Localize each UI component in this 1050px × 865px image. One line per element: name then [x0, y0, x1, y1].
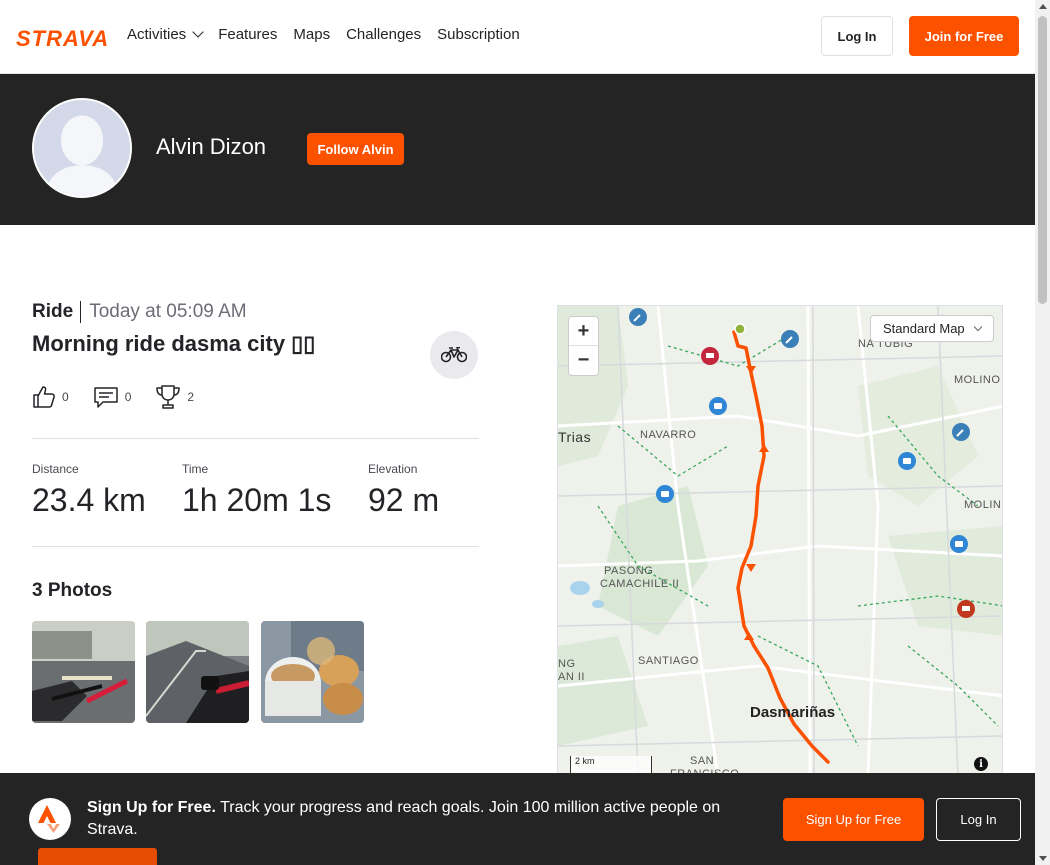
- divider: [32, 546, 479, 547]
- map-label: NG: [558, 658, 576, 670]
- avatar-placeholder-icon: [34, 100, 130, 196]
- divider: [32, 438, 479, 439]
- athlete-name[interactable]: Alvin Dizon: [156, 134, 266, 160]
- cafe-icon: [957, 600, 975, 618]
- stat-label: Time: [182, 462, 209, 476]
- nav-maps[interactable]: Maps: [293, 26, 330, 43]
- map-label: SAN: [690, 755, 715, 767]
- map-label: Trias: [558, 429, 592, 445]
- achievements-button[interactable]: 2: [155, 384, 194, 410]
- avatar[interactable]: [32, 98, 132, 198]
- kudos-count: 0: [62, 390, 69, 404]
- social-actions: 0 0 2: [32, 384, 218, 410]
- strava-logo-icon: [29, 798, 71, 840]
- camera-icon: [709, 397, 727, 415]
- zoom-control: + −: [568, 316, 599, 376]
- map-label: AN II: [558, 671, 585, 683]
- camera-icon: [950, 535, 968, 553]
- chevron-down-icon: [973, 322, 982, 331]
- nav-links: Activities Features Maps Challenges Subs…: [127, 26, 520, 43]
- map-label: PASONG: [604, 565, 654, 577]
- login-button[interactable]: Log In: [821, 16, 893, 56]
- partial-button: [38, 848, 157, 865]
- scroll-down-icon[interactable]: [1039, 856, 1047, 861]
- thumbs-up-icon: [33, 386, 55, 408]
- nav-challenges[interactable]: Challenges: [346, 26, 421, 43]
- map-label: MOLIN: [964, 499, 1002, 511]
- join-button[interactable]: Join for Free: [909, 16, 1019, 56]
- photo-road-bike: [146, 621, 249, 723]
- top-nav: STRAVA Activities Features Maps Challeng…: [0, 0, 1035, 74]
- bike-icon: [441, 347, 467, 363]
- photo-street-bike: [32, 621, 135, 723]
- map-scale: 2 km: [570, 756, 652, 774]
- achievements-count: 2: [187, 390, 195, 404]
- map-label: CAMACHILE II: [600, 578, 680, 590]
- stat-elevation: Elevation 92 m: [368, 462, 439, 519]
- wrench-icon: [952, 423, 970, 441]
- route-map[interactable]: NA TUBIG MOLINO MOLIN Trias NAVARRO PASO…: [557, 305, 1003, 777]
- footer-login-button[interactable]: Log In: [936, 798, 1021, 841]
- signup-button[interactable]: Sign Up for Free: [783, 798, 924, 841]
- map-type-label: Standard Map: [883, 321, 965, 336]
- nav-activities-label: Activities: [127, 26, 187, 43]
- photo-coffee-bread: [261, 621, 364, 723]
- chevron-down-icon: [192, 26, 204, 38]
- map-label: MOLINO: [954, 374, 1001, 386]
- stat-time: Time 1h 20m 1s: [182, 462, 331, 519]
- photo-thumbnail[interactable]: [146, 621, 249, 723]
- comments-button[interactable]: 0: [93, 385, 132, 409]
- map-type-select[interactable]: Standard Map: [870, 315, 994, 342]
- zoom-in-button[interactable]: +: [569, 317, 598, 346]
- photos-title: 3 Photos: [32, 580, 113, 601]
- scroll-up-icon[interactable]: [1039, 4, 1047, 9]
- stat-label: Elevation: [368, 462, 418, 476]
- athlete-banner: Alvin Dizon Follow Alvin: [0, 74, 1035, 225]
- trophy-icon: [156, 385, 181, 409]
- stat-value: 92 m: [368, 482, 440, 518]
- comments-count: 0: [124, 390, 132, 404]
- scrollbar-thumb[interactable]: [1038, 16, 1047, 304]
- activity-meta: Ride Today at 05:09 AM: [32, 301, 247, 323]
- wrench-icon: [629, 308, 647, 326]
- activity-time: Today at 05:09 AM: [89, 301, 247, 322]
- follow-button[interactable]: Follow Alvin: [307, 133, 404, 165]
- map-label-city: Dasmariñas: [750, 704, 836, 721]
- zoom-out-button[interactable]: −: [569, 346, 598, 375]
- stat-distance: Distance 23.4 km: [32, 462, 146, 519]
- map-label: SANTIAGO: [638, 655, 699, 667]
- stat-value: 1h 20m 1s: [182, 482, 332, 518]
- kudos-button[interactable]: 0: [32, 385, 69, 409]
- signup-message: Sign Up for Free. Track your progress an…: [87, 797, 767, 841]
- map-label: NAVARRO: [640, 429, 697, 441]
- activity-title: Morning ride dasma city ▯▯: [32, 331, 316, 356]
- comment-icon: [93, 387, 118, 408]
- wrench-icon: [781, 330, 799, 348]
- vertical-scrollbar[interactable]: [1035, 0, 1050, 865]
- stat-value: 23.4 km: [32, 482, 146, 518]
- camera-icon: [898, 452, 916, 470]
- cart-icon: [701, 347, 719, 365]
- signup-banner: Sign Up for Free. Track your progress an…: [0, 773, 1035, 865]
- strava-logo[interactable]: STRAVA: [16, 26, 109, 52]
- sport-badge: [430, 331, 478, 379]
- camera-icon: [656, 485, 674, 503]
- nav-features[interactable]: Features: [218, 26, 277, 43]
- nav-subscription[interactable]: Subscription: [437, 26, 520, 43]
- photo-thumbnail[interactable]: [261, 621, 364, 723]
- photo-thumbnail[interactable]: [32, 621, 135, 723]
- activity-type: Ride: [32, 301, 82, 323]
- stat-label: Distance: [32, 462, 79, 476]
- nav-activities[interactable]: Activities: [127, 26, 204, 43]
- info-icon[interactable]: i: [974, 757, 988, 771]
- signup-lead: Sign Up for Free.: [87, 799, 216, 816]
